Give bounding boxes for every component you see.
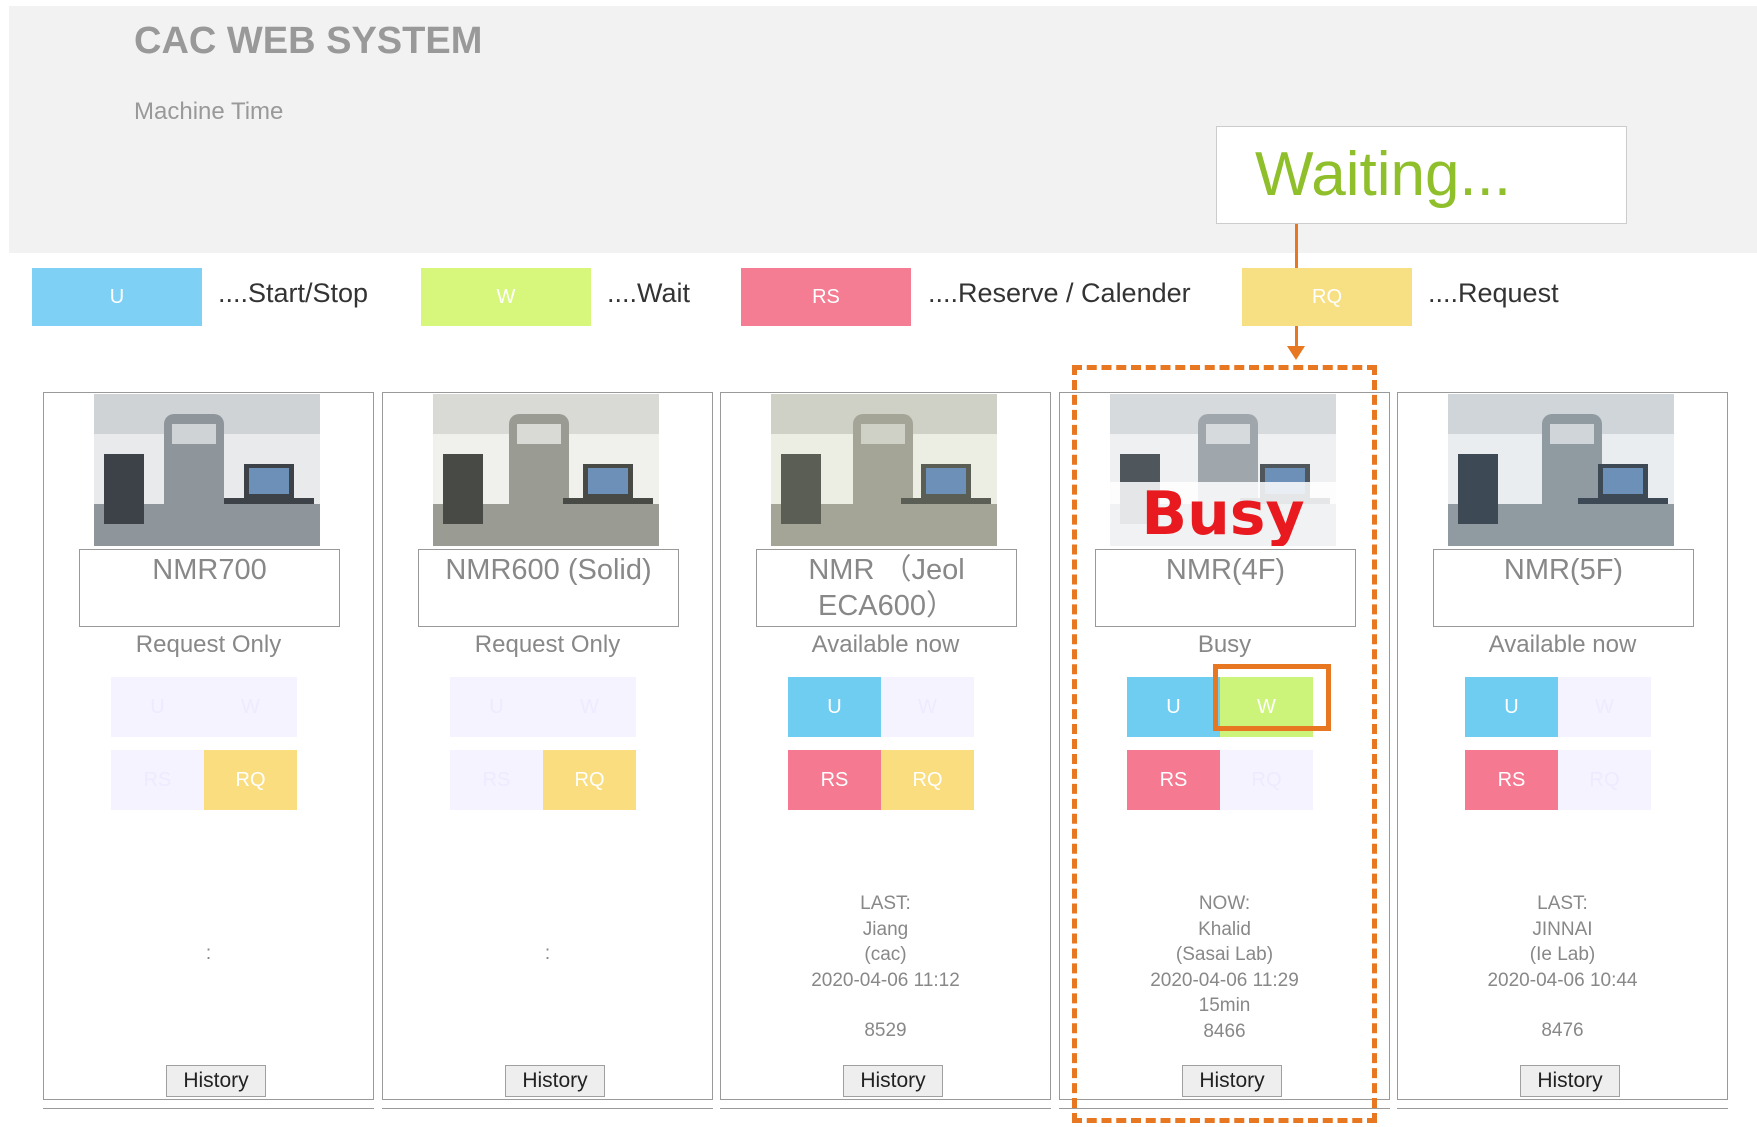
machine-photo [433, 394, 659, 546]
usage-info-line: (cac) [864, 944, 907, 966]
legend-swatch-rs: RS [741, 268, 911, 326]
legend-swatch-rq: RQ [1242, 268, 1412, 326]
rs-button[interactable]: RS [1465, 750, 1558, 810]
usage-info: LAST: Jiang (cac) 2020-04-06 11:12 8529 [721, 891, 1050, 1044]
machine-status: Available now [1488, 631, 1637, 658]
usage-info-line: (Sasai Lab) [1175, 944, 1274, 966]
u-button: U [111, 677, 204, 737]
usage-info: : [383, 891, 712, 1042]
next-row-card [382, 1108, 713, 1127]
rq-button[interactable]: RQ [204, 750, 297, 810]
history-button[interactable]: History [843, 1065, 943, 1097]
usage-info-line [44, 891, 373, 916]
legend-label-request: ....Request [1428, 278, 1559, 308]
usage-info-line [383, 1017, 712, 1042]
history-button[interactable]: History [166, 1065, 266, 1097]
usage-info-line: Khalid [1198, 918, 1251, 940]
machine-card: NMR(5F) Available now U W RS RQ LAST: JINNAI (Ie… [1397, 392, 1728, 1100]
machine-status: Request Only [474, 631, 621, 658]
machine-photo: Busy [1110, 394, 1336, 546]
usage-info-line [44, 992, 373, 1017]
usage-info-line: JINNAI [1532, 918, 1593, 940]
machine-photo [771, 394, 997, 546]
usage-info-line: : [544, 943, 551, 964]
u-button[interactable]: U [1465, 677, 1558, 737]
usage-info-line: Jiang [862, 918, 909, 940]
history-button[interactable]: History [1182, 1065, 1282, 1097]
machine-photo [1448, 394, 1674, 546]
usage-info-line [383, 916, 712, 941]
machine-name: NMR700 [79, 549, 340, 627]
rq-button: RQ [1220, 750, 1313, 810]
next-row-card [1059, 1108, 1390, 1127]
usage-info-line: 8466 [1203, 1020, 1246, 1042]
usage-info-line: : [205, 943, 212, 964]
usage-info-line: NOW: [1198, 893, 1251, 914]
usage-info-line: (Ie Lab) [1529, 944, 1596, 966]
w-button: W [204, 677, 297, 737]
usage-info-line: LAST: [1537, 893, 1588, 914]
next-row-card [1397, 1108, 1728, 1127]
u-button[interactable]: U [788, 677, 881, 737]
machine-card: NMR600 (Solid) Request Only U W RS RQ: History [382, 392, 713, 1100]
machine-card: NMR （Jeol ECA600） Available now U W RS RQ LAST… [720, 392, 1051, 1100]
rs-button: RS [111, 750, 204, 810]
machine-status: Available now [811, 631, 960, 658]
rs-button[interactable]: RS [1127, 750, 1220, 810]
usage-info-line: 2020-04-06 11:12 [811, 969, 960, 991]
machine-status: Busy [1197, 631, 1252, 658]
usage-info-line [1398, 993, 1727, 1018]
machine-card: NMR700 Request Only U W RS RQ: History [43, 392, 374, 1100]
w-button: W [543, 677, 636, 737]
machine-photo [94, 394, 320, 546]
usage-info-line: 15min [1198, 995, 1251, 1017]
usage-info-line [44, 967, 373, 992]
rq-button[interactable]: RQ [543, 750, 636, 810]
legend-swatch-u: U [32, 268, 202, 326]
legend-label-start-stop: ....Start/Stop [218, 278, 369, 308]
legend-swatch-w: W [421, 268, 591, 326]
usage-info-line [44, 1017, 373, 1042]
machine-status: Request Only [135, 631, 282, 658]
next-row-card [720, 1108, 1051, 1127]
page-subtitle: Machine Time [134, 98, 284, 125]
history-button[interactable]: History [1520, 1065, 1620, 1097]
usage-info: LAST: JINNAI (Ie Lab) 2020-04-06 10:44 8476 [1398, 891, 1727, 1044]
machine-name: NMR （Jeol ECA600） [756, 549, 1017, 627]
usage-info: NOW: Khalid (Sasai Lab) 2020-04-06 11:29 15m… [1060, 891, 1389, 1045]
u-button: U [450, 677, 543, 737]
u-button[interactable]: U [1127, 677, 1220, 737]
usage-info-line [721, 993, 1050, 1018]
machine-name: NMR(4F) [1095, 549, 1356, 627]
machine-card: Busy NMR(4F) Busy U W RS RQ NOW: Khalid (Sasai La… [1059, 392, 1390, 1100]
usage-info-line: 2020-04-06 10:44 [1487, 969, 1638, 991]
legend-label-wait: ....Wait [607, 278, 691, 308]
usage-info-line: LAST: [860, 893, 911, 914]
history-button[interactable]: History [505, 1065, 605, 1097]
waiting-callout: Waiting... [1216, 126, 1627, 224]
usage-info-line [383, 891, 712, 916]
rq-button: RQ [1558, 750, 1651, 810]
usage-info-line: 2020-04-06 11:29 [1150, 969, 1299, 991]
w-button[interactable]: W [1220, 677, 1313, 737]
next-row-card [43, 1108, 374, 1127]
page-title: CAC WEB SYSTEM [134, 20, 483, 62]
usage-info-line [44, 916, 373, 941]
busy-overlay-label: Busy [1110, 482, 1336, 546]
rq-button[interactable]: RQ [881, 750, 974, 810]
usage-info-line [383, 967, 712, 992]
w-button: W [881, 677, 974, 737]
usage-info: : [44, 891, 373, 1042]
legend-label-reserve: ....Reserve / Calender [928, 278, 1191, 308]
machine-name: NMR600 (Solid) [418, 549, 679, 627]
callout-arrow-head [1287, 346, 1305, 360]
w-button: W [1558, 677, 1651, 737]
rs-button: RS [450, 750, 543, 810]
usage-info-line: 8529 [864, 1020, 907, 1042]
usage-info-line: 8476 [1541, 1020, 1584, 1042]
rs-button[interactable]: RS [788, 750, 881, 810]
machine-name: NMR(5F) [1433, 549, 1694, 627]
usage-info-line [383, 992, 712, 1017]
